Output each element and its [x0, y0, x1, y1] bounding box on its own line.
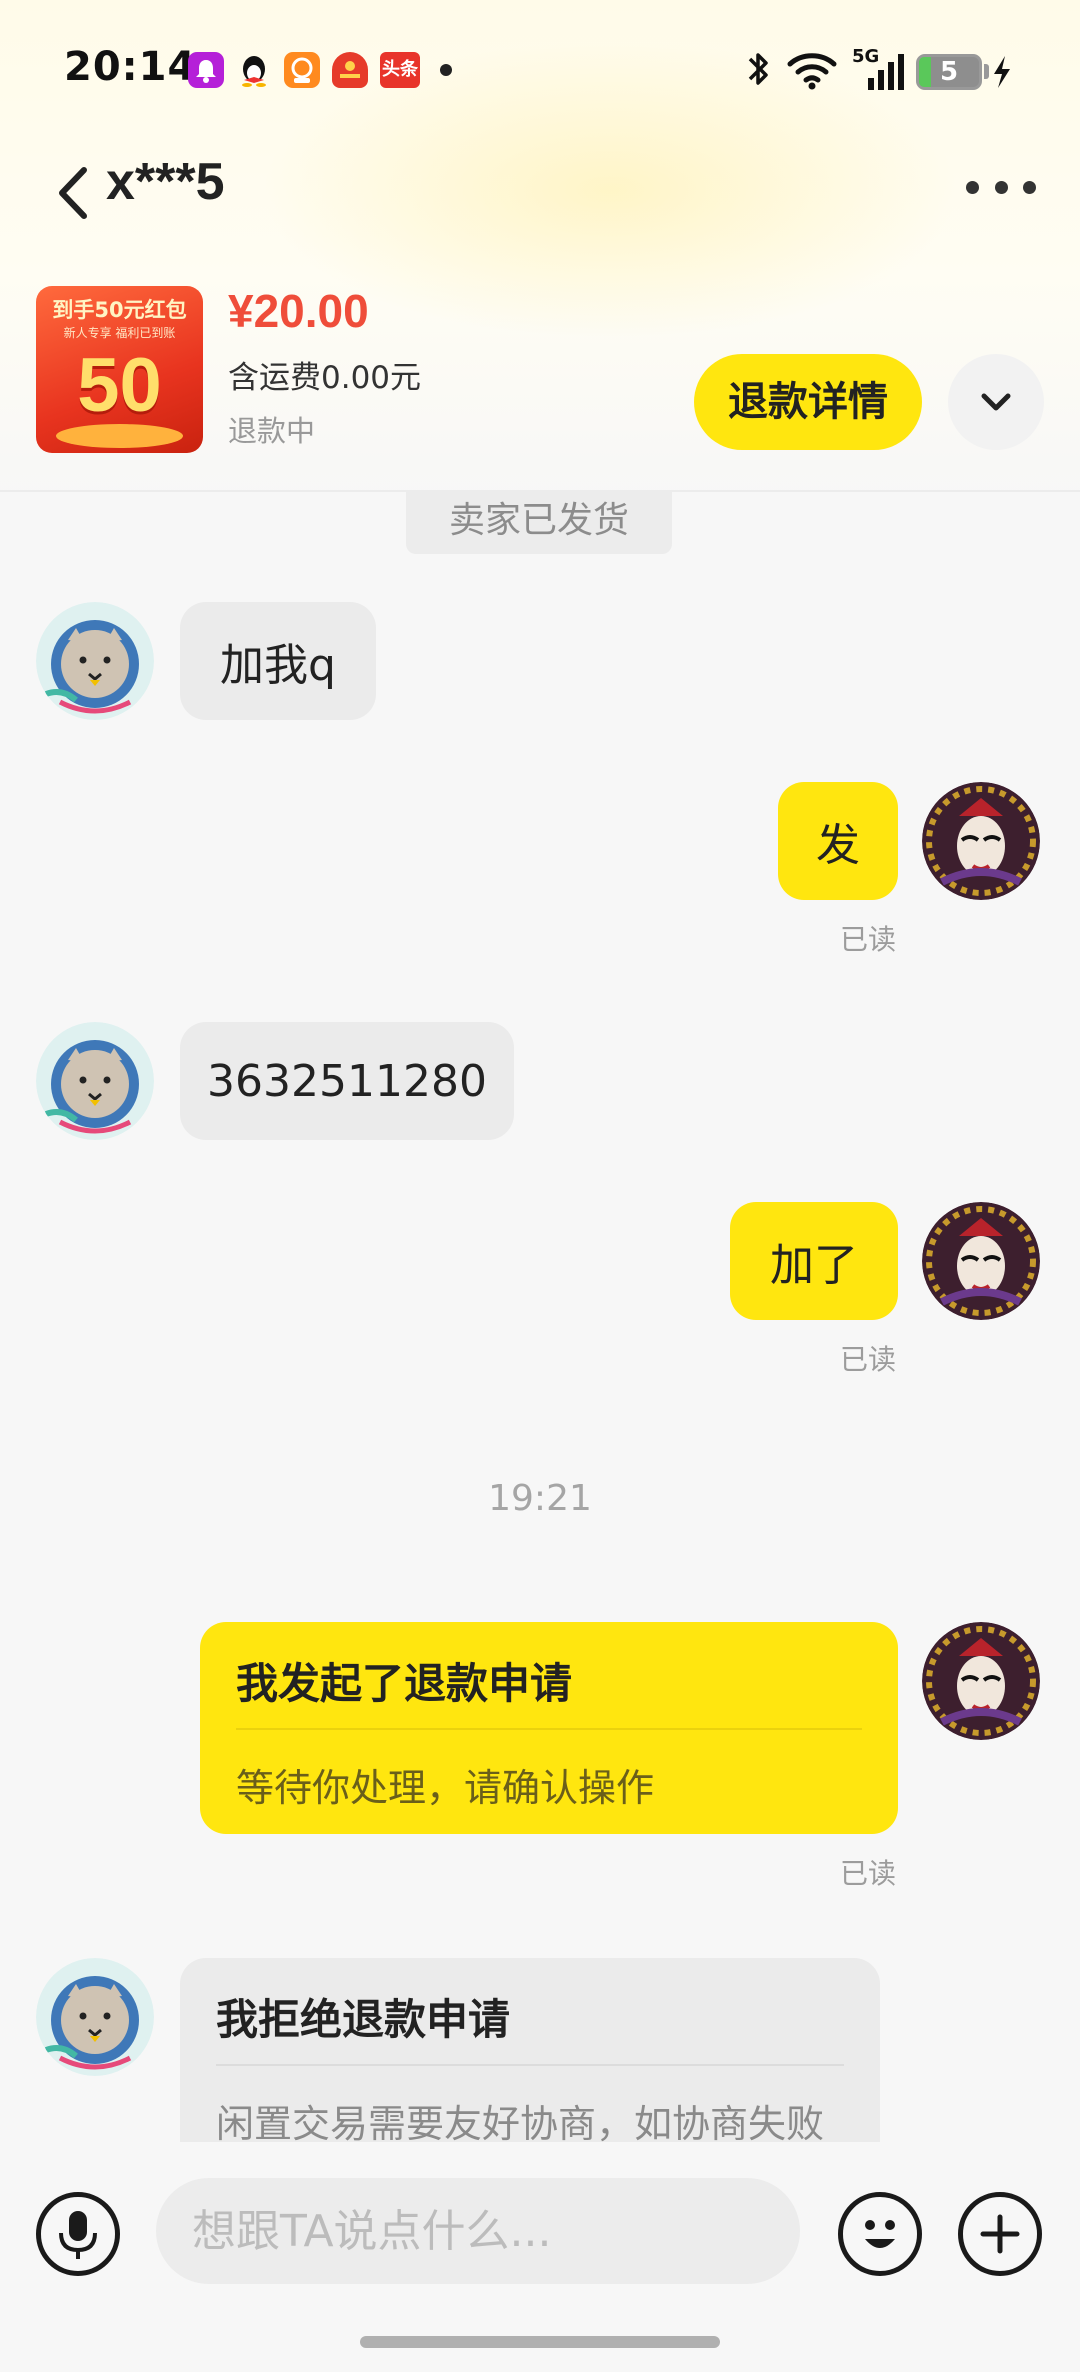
more-notifications-dot	[440, 64, 452, 76]
refund-rejected-card[interactable]: 我拒绝退款申请 闲置交易需要友好协商，如协商失败可申请客服介入	[180, 1958, 880, 2142]
input-bar	[0, 2142, 1080, 2372]
toutiao-icon: 头条	[380, 52, 420, 88]
product-thumbnail[interactable]: 到手50元红包 新人专享 福利已到账 50	[36, 286, 203, 453]
bell-app-icon	[188, 52, 224, 88]
message-bubble-left[interactable]: 加我q	[180, 602, 376, 720]
thumbnail-number: 50	[77, 343, 162, 428]
product-price: ¥20.00	[228, 285, 369, 337]
home-indicator[interactable]	[360, 2336, 720, 2348]
signal-icon	[868, 54, 904, 90]
user-avatar[interactable]	[922, 1202, 1040, 1320]
more-dots-icon[interactable]	[966, 172, 1036, 202]
chat-header: x***5	[0, 140, 1080, 250]
bluetooth-icon	[748, 53, 768, 85]
battery-indicator: 5	[916, 54, 982, 90]
product-shipping: 含运费0.00元	[228, 360, 422, 396]
charging-icon	[994, 56, 1010, 88]
message-bubble-right[interactable]: 加了	[730, 1202, 898, 1320]
read-receipt: 已读	[840, 923, 897, 956]
card-divider	[236, 1728, 862, 1730]
order-status: 退款中	[228, 414, 316, 448]
card-divider	[216, 2064, 844, 2066]
qq-penguin-icon	[236, 52, 272, 88]
expand-button[interactable]	[948, 354, 1044, 450]
emoji-icon[interactable]	[838, 2192, 922, 2276]
wifi-icon	[787, 53, 837, 90]
chevron-left-icon[interactable]	[50, 158, 100, 228]
card-title: 我发起了退款申请	[236, 1659, 573, 1708]
video-app-icon	[284, 52, 320, 88]
chat-timestamp: 19:21	[488, 1478, 592, 1519]
card-title: 我拒绝退款申请	[216, 1995, 511, 2044]
chat-title: x***5	[106, 153, 225, 211]
read-receipt: 已读	[840, 1343, 897, 1376]
thumbnail-subtitle: 新人专享 福利已到账	[63, 326, 176, 340]
card-text: 等待你处理，请确认操作	[236, 1766, 655, 1810]
read-receipt: 已读	[840, 1857, 897, 1890]
thumbnail-title: 到手50元红包	[52, 298, 187, 322]
message-bubble-right[interactable]: 发	[778, 782, 898, 900]
status-bar: 20:14 头条 5G 5	[0, 0, 1080, 140]
card-text: 闲置交易需要友好协商，如协商失败可申请客服介入	[216, 2102, 825, 2142]
message-input[interactable]	[156, 2178, 800, 2284]
product-card[interactable]: 到手50元红包 新人专享 福利已到账 50 ¥20.00 含运费0.00元 退款…	[0, 270, 1080, 492]
refund-request-card[interactable]: 我发起了退款申请 等待你处理，请确认操作	[200, 1622, 898, 1834]
battery-tip	[984, 64, 989, 79]
message-bubble-left[interactable]: 3632511280	[180, 1022, 514, 1140]
red-app-icon	[332, 52, 368, 88]
system-status-label: 卖家已发货	[406, 492, 672, 554]
seller-avatar[interactable]	[36, 1022, 154, 1140]
microphone-icon[interactable]	[36, 2192, 120, 2276]
seller-avatar[interactable]	[36, 1958, 154, 2076]
status-time: 20:14	[64, 44, 197, 90]
user-avatar[interactable]	[922, 782, 1040, 900]
refund-details-button[interactable]: 退款详情	[694, 354, 922, 450]
plus-icon[interactable]	[958, 2192, 1042, 2276]
battery-level: 5	[939, 57, 959, 87]
user-avatar[interactable]	[922, 1622, 1040, 1740]
chevron-down-icon	[981, 393, 1011, 411]
seller-avatar[interactable]	[36, 602, 154, 720]
